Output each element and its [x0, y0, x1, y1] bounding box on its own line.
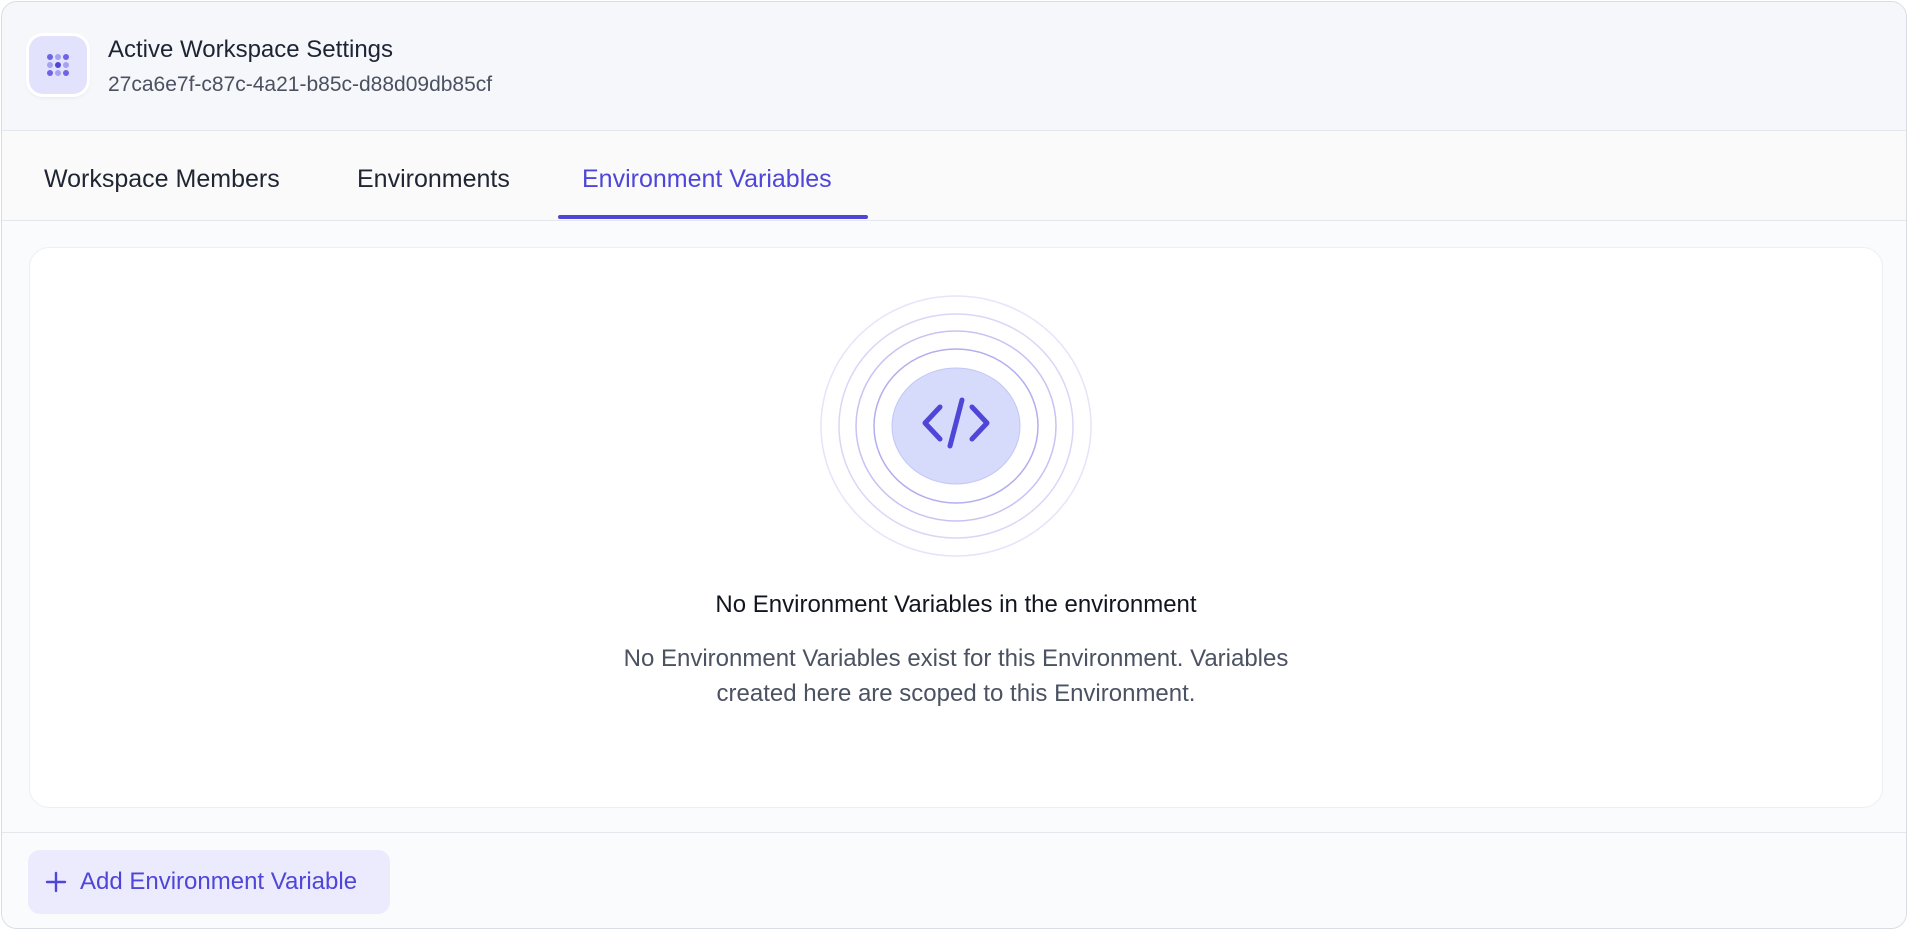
panel-footer: Add Environment Variable — [2, 832, 1906, 928]
empty-state-card: No Environment Variables in the environm… — [29, 247, 1883, 808]
empty-state-illustration — [820, 295, 1092, 557]
add-button-label: Add Environment Variable — [80, 868, 358, 895]
add-environment-variable-button[interactable]: Add Environment Variable — [28, 850, 390, 914]
settings-panel: Active Workspace Settings 27ca6e7f-c87c-… — [1, 1, 1907, 929]
tab-workspace-members[interactable]: Workspace Members — [44, 131, 280, 220]
plus-icon — [45, 871, 67, 893]
panel-header: Active Workspace Settings 27ca6e7f-c87c-… — [2, 2, 1906, 131]
empty-state-description-line-2: created here are scoped to this Environm… — [716, 680, 1196, 707]
page-title: Active Workspace Settings — [108, 36, 394, 63]
tab-bar: Workspace Members Environments Environme… — [2, 131, 1906, 221]
workspace-icon — [29, 36, 87, 94]
empty-state-description: No Environment Variables exist for this … — [576, 641, 1336, 711]
tab-environments[interactable]: Environments — [357, 131, 510, 220]
tab-environment-variables[interactable]: Environment Variables — [582, 131, 832, 220]
empty-state-description-line-1: No Environment Variables exist for this … — [623, 645, 1289, 672]
empty-state-title: No Environment Variables in the environm… — [715, 591, 1197, 618]
workspace-id: 27ca6e7f-c87c-4a21-b85c-d88d09db85cf — [108, 73, 493, 96]
grid-dots-icon — [47, 54, 69, 76]
active-tab-indicator — [558, 215, 868, 219]
